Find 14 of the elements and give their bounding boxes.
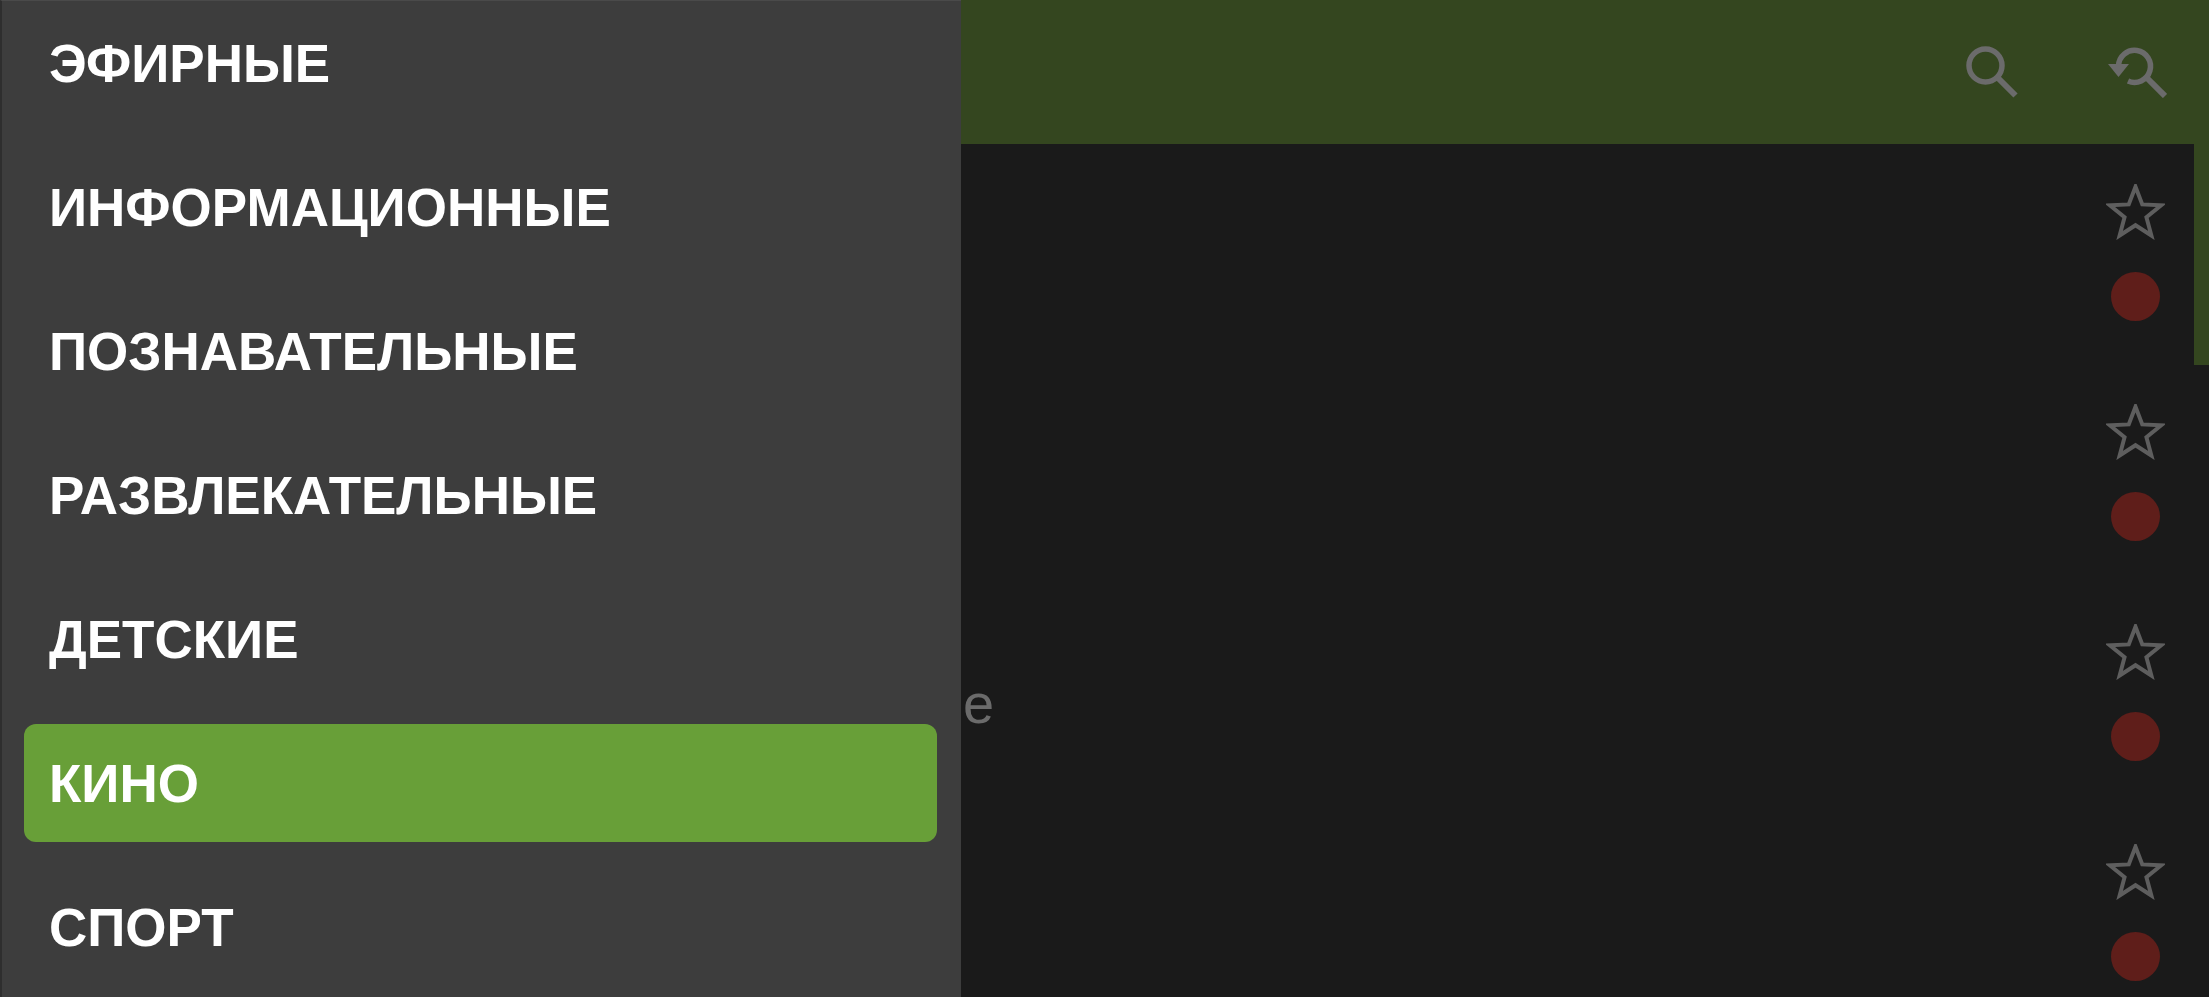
drawer-item[interactable]: ПОЗНАВАТЕЛЬНЫЕ: [24, 292, 937, 410]
star-icon[interactable]: [2105, 404, 2165, 460]
star-icon[interactable]: [2105, 624, 2165, 680]
drawer-item[interactable]: СПОРТ: [24, 868, 937, 986]
star-icon[interactable]: [2105, 184, 2165, 240]
search-history-icon[interactable]: [2108, 46, 2167, 98]
drawer-item[interactable]: РАЗВЛЕКАТЕЛЬНЫЕ: [24, 436, 937, 554]
channel-name: e: [963, 676, 995, 732]
star-icon[interactable]: [2105, 844, 2165, 900]
drawer-item[interactable]: ЭФИРНЫЕ: [24, 4, 937, 122]
search-icon[interactable]: [1966, 46, 2018, 98]
scrollbar-thumb[interactable]: [2194, 144, 2209, 365]
drawer-item[interactable]: ДЕТСКИЕ: [24, 580, 937, 698]
drawer-item[interactable]: ИНФОРМАЦИОННЫЕ: [24, 148, 937, 266]
